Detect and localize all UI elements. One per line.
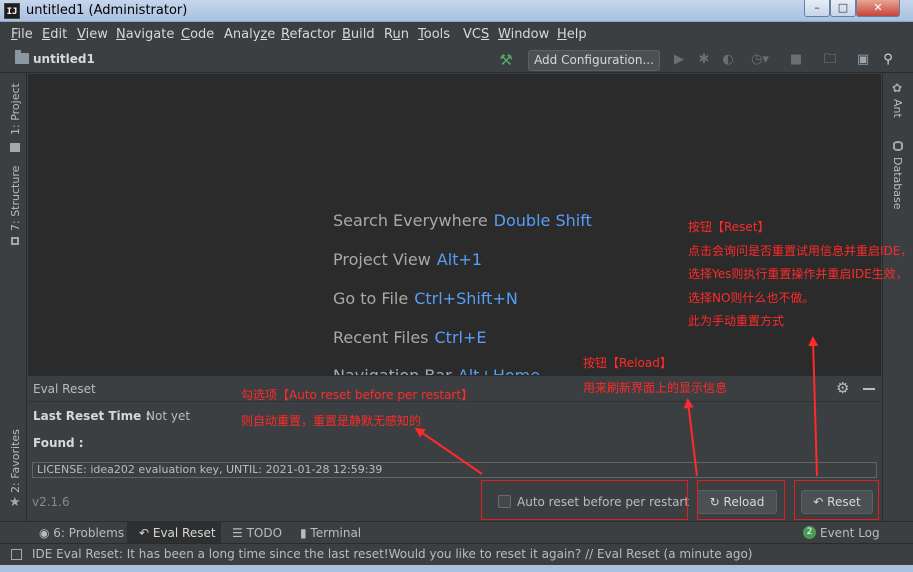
menu-edit[interactable]: Edit — [42, 27, 67, 42]
tab-terminal[interactable]: ▮ Terminal — [300, 526, 361, 540]
problems-icon: ◉ — [39, 526, 54, 540]
hide-panel-icon[interactable] — [863, 388, 875, 390]
menu-bar: File Edit View Navigate Code Analyze Ref… — [0, 23, 913, 47]
menu-file[interactable]: File — [11, 27, 33, 42]
structure-tool-tab[interactable]: 7: Structure — [9, 166, 22, 231]
tip-navigation-bar: Navigation BarAlt+Home — [333, 366, 540, 375]
tip-search-everywhere: Search Everywhere Double Shift — [333, 211, 592, 230]
status-bar: IDE Eval Reset: It has been a long time … — [0, 543, 913, 565]
project-tab-icon — [10, 143, 20, 152]
close-button[interactable]: ✕ — [856, 0, 900, 17]
tab-event-log[interactable]: Event Log — [820, 526, 880, 540]
settings-gear-icon[interactable]: ⚙ — [836, 379, 849, 397]
menu-analyze[interactable]: Analyze — [224, 27, 275, 42]
ant-tool-tab[interactable]: Ant — [891, 99, 904, 118]
project-structure-icon[interactable]: 🗀 — [822, 52, 838, 68]
project-folder-icon — [15, 50, 29, 64]
add-configuration-button[interactable]: Add Configuration... — [528, 50, 660, 71]
status-bar-toggle-icon[interactable] — [11, 549, 22, 560]
annotation-auto-reset: 勾选项【Auto reset before per restart】 则自动重置… — [241, 388, 474, 428]
last-reset-value: Not yet — [146, 409, 191, 423]
terminal-icon: ▮ — [300, 526, 311, 540]
tip-project-view: Project View Alt+1 — [333, 250, 483, 269]
annotation-box-auto-reset — [481, 480, 688, 520]
eval-reset-tab-icon: ↶ — [139, 526, 153, 540]
database-tool-tab[interactable]: Database — [891, 157, 904, 210]
profile-dropdown-icon[interactable]: ◷▾ — [746, 52, 774, 68]
menu-help[interactable]: Help — [557, 27, 587, 42]
annotation-reload: 按钮【Reload】 用来刷新界面上的显示信息 — [583, 356, 728, 395]
menu-run[interactable]: Run — [384, 27, 409, 42]
annotation-box-reset — [794, 480, 879, 520]
annotation-box-reload — [697, 480, 785, 520]
ant-icon: ✿ — [892, 81, 903, 95]
window-title: untitled1 (Administrator) — [26, 3, 188, 18]
menu-window[interactable]: Window — [498, 27, 549, 42]
structure-tab-icon — [11, 237, 19, 245]
tab-eval-reset[interactable]: ↶ Eval Reset — [139, 526, 216, 540]
database-icon — [893, 141, 903, 151]
menu-refactor[interactable]: Refactor — [281, 27, 336, 42]
eval-reset-title: Eval Reset — [33, 382, 96, 396]
minimize-button[interactable]: – — [804, 0, 830, 17]
stop-icon[interactable]: ■ — [788, 52, 804, 68]
last-reset-label: Last Reset Time : — [33, 409, 151, 423]
version-label: v2.1.6 — [32, 495, 70, 509]
menu-tools[interactable]: Tools — [418, 27, 450, 42]
presentation-icon[interactable]: ▣ — [855, 52, 871, 68]
coverage-icon[interactable]: ◐ — [720, 52, 736, 68]
tab-todo[interactable]: ☰ TODO — [232, 526, 282, 540]
favorites-star-icon: ★ — [9, 495, 21, 510]
status-message[interactable]: IDE Eval Reset: It has been a long time … — [32, 547, 753, 561]
run-icon[interactable]: ▶ — [671, 52, 687, 68]
window-bottom-border — [0, 565, 913, 572]
menu-build[interactable]: Build — [342, 27, 375, 42]
menu-view[interactable]: View — [77, 27, 108, 42]
maximize-button[interactable]: □ — [830, 0, 856, 17]
search-icon[interactable]: ⚲ — [880, 52, 896, 68]
favorites-tool-tab[interactable]: 2: Favorites — [9, 429, 22, 493]
menu-vcs[interactable]: VCS — [463, 27, 489, 42]
annotation-reset: 按钮【Reset】 点击会询问是否重置试用信息并重启IDE， 选择Yes则执行重… — [688, 220, 913, 328]
tip-go-to-file: Go to File Ctrl+Shift+N — [333, 289, 518, 308]
tab-problems[interactable]: ◉ 6: Problems — [39, 526, 124, 540]
project-tool-tab[interactable]: 1: Project — [9, 83, 22, 135]
tip-recent-files: Recent Files Ctrl+E — [333, 328, 487, 347]
left-tool-strip: 1: Project 7: Structure 2: Favorites ★ — [0, 73, 27, 521]
menu-code[interactable]: Code — [181, 27, 214, 42]
intellij-app-icon: IJ — [4, 3, 20, 19]
project-breadcrumb[interactable]: untitled1 — [33, 52, 95, 66]
menu-navigate[interactable]: Navigate — [116, 27, 174, 42]
event-log-count-badge: 2 — [803, 526, 816, 539]
todo-list-icon: ☰ — [232, 526, 247, 540]
tool-tabs-bar: ◉ 6: Problems ↶ Eval Reset ☰ TODO ▮ Term… — [0, 521, 913, 543]
title-bar: IJ untitled1 (Administrator) – □ ✕ — [0, 0, 913, 22]
build-hammer-icon[interactable]: ⚒ — [498, 52, 514, 68]
license-list-item[interactable]: LICENSE: idea202 evaluation key, UNTIL: … — [32, 462, 877, 478]
navigation-bar: untitled1 ⚒ Add Configuration... ▶ ✱ ◐ ◷… — [0, 47, 913, 73]
debug-icon[interactable]: ✱ — [696, 52, 712, 68]
found-label: Found : — [33, 436, 84, 450]
